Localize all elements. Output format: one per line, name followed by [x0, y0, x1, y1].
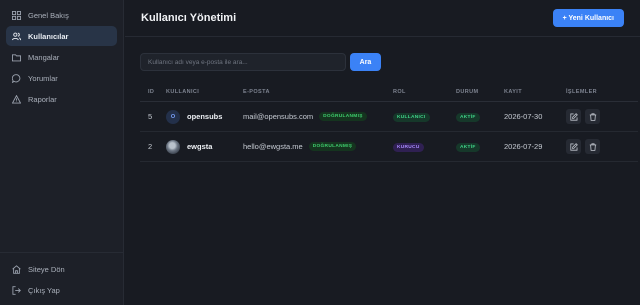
delete-button[interactable]: [585, 109, 600, 124]
trash-icon: [589, 112, 596, 121]
grid-icon: [12, 10, 21, 20]
main-content: Kullanıcı Yönetimi + Yeni Kullanıcı Ara …: [125, 0, 640, 305]
column-header-id[interactable]: ID: [140, 89, 166, 95]
column-header-actions: İŞLEMLER: [566, 88, 598, 95]
users-icon: [12, 32, 21, 40]
table-row[interactable]: 2 ewgsta hello@ewgsta.me DOĞRULANMIŞ KUR…: [140, 132, 638, 162]
column-header-email[interactable]: E-POSTA: [243, 89, 393, 95]
verified-badge: DOĞRULANMIŞ: [319, 112, 367, 121]
home-icon: [12, 264, 21, 274]
sidebar-item-users[interactable]: Kullanıcılar: [6, 26, 117, 46]
username[interactable]: ewgsta: [187, 142, 212, 151]
role-badge: KULLANICI: [393, 113, 430, 122]
user-email: mail@opensubs.com: [243, 112, 314, 121]
sidebar-footer: Siteye Dön Çıkış Yap: [0, 259, 123, 301]
edit-icon: [569, 142, 578, 151]
new-user-button[interactable]: + Yeni Kullanıcı: [552, 9, 624, 27]
sidebar-item-label: Kullanıcılar: [28, 31, 69, 41]
username[interactable]: opensubs: [187, 112, 222, 121]
edit-button[interactable]: [566, 139, 581, 154]
avatar: O: [166, 109, 180, 124]
avatar: [166, 139, 180, 154]
search-bar: Ara: [140, 53, 381, 71]
table-row[interactable]: 5 O opensubs mail@opensubs.com DOĞRULANM…: [140, 102, 638, 132]
column-header-user[interactable]: KULLANICI: [166, 89, 243, 95]
sidebar-divider: [0, 252, 123, 253]
user-id: 2: [148, 142, 153, 151]
table-header: ID KULLANICI E-POSTA ROL DURUM KAYIT İŞL…: [140, 82, 638, 102]
registration-date: 2026-07-30: [504, 112, 543, 121]
sidebar-item-label: Genel Bakış: [28, 10, 69, 20]
search-button[interactable]: Ara: [350, 53, 381, 71]
search-input[interactable]: [140, 53, 346, 71]
sidebar-item-label: Siteye Dön: [28, 264, 65, 274]
registration-date: 2026-07-29: [504, 142, 543, 151]
users-table: ID KULLANICI E-POSTA ROL DURUM KAYIT İŞL…: [140, 82, 638, 162]
trash-icon: [589, 142, 596, 151]
status-badge: AKTİF: [456, 113, 480, 122]
sidebar-item-label: Çıkış Yap: [28, 285, 60, 295]
folder-icon: [12, 53, 21, 61]
sidebar-item-squads[interactable]: Mangalar: [6, 47, 117, 67]
sidebar-item-reports[interactable]: Raporlar: [6, 89, 117, 109]
role-badge: KURUCU: [393, 143, 424, 152]
sidebar-item-comments[interactable]: Yorumlar: [6, 68, 117, 88]
sidebar-item-logout[interactable]: Çıkış Yap: [6, 280, 117, 300]
sidebar-item-label: Raporlar: [28, 94, 57, 104]
sidebar-item-overview[interactable]: Genel Bakış: [6, 5, 117, 25]
column-header-status[interactable]: DURUM: [456, 89, 504, 95]
status-badge: AKTİF: [456, 143, 480, 152]
page-header: Kullanıcı Yönetimi + Yeni Kullanıcı: [125, 0, 640, 37]
user-id: 5: [148, 112, 153, 121]
sidebar-nav: Genel Bakış Kullanıcılar Mangalar Yoruml…: [0, 0, 123, 109]
sidebar-item-label: Mangalar: [28, 52, 60, 62]
column-header-role[interactable]: ROL: [393, 89, 456, 95]
sidebar-item-back-to-site[interactable]: Siteye Dön: [6, 259, 117, 279]
column-header-registered[interactable]: KAYIT: [504, 89, 566, 95]
sidebar-item-label: Yorumlar: [28, 73, 58, 83]
page-title: Kullanıcı Yönetimi: [141, 12, 237, 24]
user-email: hello@ewgsta.me: [243, 142, 303, 151]
edit-button[interactable]: [566, 109, 581, 124]
chat-icon: [12, 73, 21, 83]
warning-icon: [12, 94, 21, 104]
logout-icon: [12, 285, 21, 295]
sidebar: Genel Bakış Kullanıcılar Mangalar Yoruml…: [0, 0, 124, 305]
edit-icon: [569, 112, 578, 121]
delete-button[interactable]: [585, 139, 600, 154]
verified-badge: DOĞRULANMIŞ: [308, 142, 357, 151]
